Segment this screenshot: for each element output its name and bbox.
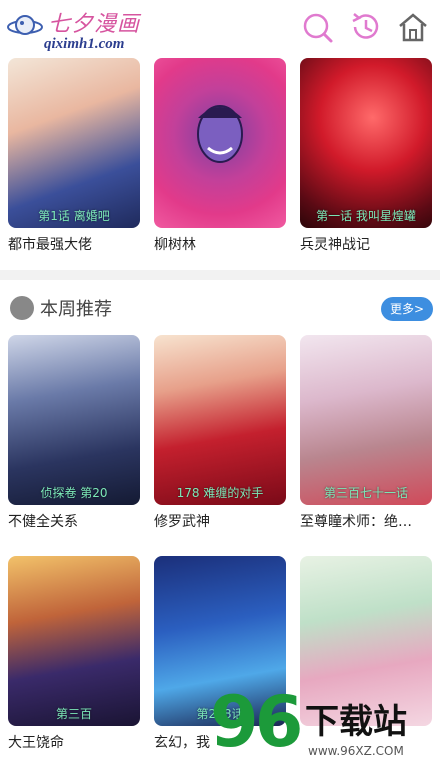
more-button[interactable]: 更多> (381, 297, 433, 321)
chapter-label: 第三百 (55, 707, 92, 721)
app-logo[interactable]: 七夕漫画 qiximh1.com (6, 4, 156, 52)
watermark-logo: 96 下载站 www.96XZ.COM (210, 682, 440, 770)
comic-cover[interactable]: 178 难缠的对手 (154, 335, 286, 505)
comic-card[interactable]: 第三百七十一话 至尊瞳术师：绝… (300, 335, 432, 531)
comic-card[interactable]: 第三百 大王饶命 (8, 556, 140, 752)
history-icon[interactable] (349, 10, 383, 44)
chapter-label: 侦探卷 第20 (40, 486, 108, 500)
recommend-icon (10, 296, 34, 320)
app-header: 七夕漫画 qiximh1.com (0, 0, 440, 56)
comic-title: 修罗武神 (154, 514, 210, 530)
comic-card[interactable]: 第一话 我叫星煌罐 兵灵神战记 (300, 58, 432, 254)
comic-card[interactable]: 柳树林 (154, 58, 286, 254)
chapter-label: 第1话 离婚吧 (38, 209, 110, 223)
portrait-icon (197, 105, 243, 163)
logo-planet-icon (7, 15, 43, 35)
watermark-number: 96 (210, 681, 303, 763)
comic-title: 兵灵神战记 (300, 237, 370, 253)
comic-title: 不健全关系 (8, 514, 78, 530)
comic-cover[interactable]: 第1话 离婚吧 (8, 58, 140, 228)
comic-cover[interactable]: 第三百七十一话 (300, 335, 432, 505)
comic-title: 柳树林 (154, 237, 196, 253)
comic-cover[interactable]: 第一话 我叫星煌罐 (300, 58, 432, 228)
home-icon[interactable] (396, 10, 430, 44)
watermark-url: www.96XZ.COM (308, 744, 404, 758)
comic-title: 都市最强大佬 (8, 237, 92, 253)
weekly-section-header: 本周推荐 更多> (0, 288, 440, 328)
logo-text-cn: 七夕漫画 (48, 12, 141, 37)
chapter-label: 178 难缠的对手 (176, 486, 264, 500)
comic-card[interactable]: 第1话 离婚吧 都市最强大佬 (8, 58, 140, 254)
chapter-label: 第三百七十一话 (323, 486, 408, 500)
comic-card[interactable]: 侦探卷 第20 不健全关系 (8, 335, 140, 531)
comic-cover[interactable]: 侦探卷 第20 (8, 335, 140, 505)
watermark-text: 下载站 (305, 702, 407, 742)
comic-cover[interactable]: 第三百 (8, 556, 140, 726)
comic-cover[interactable] (154, 58, 286, 228)
chapter-label: 第一话 我叫星煌罐 (316, 209, 416, 223)
comic-title: 大王饶命 (8, 735, 64, 751)
search-icon[interactable] (300, 10, 334, 44)
section-divider (0, 270, 440, 280)
comic-card[interactable]: 178 难缠的对手 修罗武神 (154, 335, 286, 531)
section-title: 本周推荐 (40, 299, 112, 320)
logo-text-en: qiximh1.com (44, 36, 125, 52)
comic-title: 至尊瞳术师：绝… (300, 514, 412, 530)
